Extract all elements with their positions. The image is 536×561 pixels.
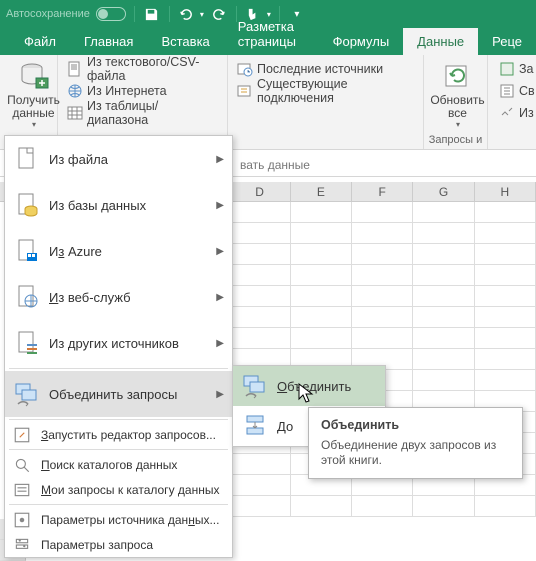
menu-source-params[interactable]: Параметры источника данных... <box>5 507 232 532</box>
get-data-button[interactable]: Получить данные ▾ <box>6 58 61 129</box>
autosave-label: Автосохранение <box>6 8 90 20</box>
queries-icon <box>499 61 515 77</box>
properties-icon <box>499 83 515 99</box>
submenu-arrow-icon: ▶ <box>216 200 224 211</box>
other-sources-icon <box>13 329 41 357</box>
submenu-arrow-icon: ▶ <box>216 154 224 165</box>
merge-icon <box>241 372 269 400</box>
col-h[interactable]: H <box>475 182 536 201</box>
menu-from-file[interactable]: Из файла ▶ <box>5 136 232 182</box>
tab-review[interactable]: Реце <box>478 28 536 55</box>
menu-query-params[interactable]: Параметры запроса <box>5 532 232 557</box>
col-g[interactable]: G <box>413 182 474 201</box>
menu-search-catalog[interactable]: Поиск каталогов данных <box>5 452 232 477</box>
table-icon <box>67 105 83 121</box>
tab-data[interactable]: Данные <box>403 28 478 55</box>
queries-group-label: Запросы и <box>424 134 487 146</box>
transform-hint: вать данные <box>240 158 310 172</box>
my-queries-icon <box>13 481 31 499</box>
menu-from-db[interactable]: Из базы данных ▶ <box>5 182 232 228</box>
menu-from-web-services[interactable]: Из веб-служб ▶ <box>5 274 232 320</box>
ribbon-tabs: Файл Главная Вставка Разметка страницы Ф… <box>0 28 536 55</box>
save-icon[interactable] <box>143 5 161 23</box>
from-table-button[interactable]: Из таблицы/диапазона <box>64 102 221 124</box>
globe-icon <box>67 83 83 99</box>
search-icon <box>13 456 31 474</box>
submenu-arrow-icon: ▶ <box>216 338 224 349</box>
existing-connections-button[interactable]: Существующие подключения <box>234 80 417 102</box>
append-icon <box>241 412 269 440</box>
undo-icon[interactable] <box>178 5 196 23</box>
tab-home[interactable]: Главная <box>70 28 147 55</box>
iz-button[interactable]: Из <box>496 102 536 124</box>
za-button[interactable]: За <box>496 58 536 80</box>
undo-dropdown[interactable]: ▾ <box>200 10 204 19</box>
submenu-arrow-icon: ▶ <box>216 389 224 400</box>
get-data-label: Получить данные <box>7 94 60 120</box>
refresh-icon <box>442 60 474 92</box>
combine-icon <box>13 380 41 408</box>
database-icon <box>13 191 41 219</box>
col-d[interactable]: D <box>229 182 290 201</box>
recent-icon <box>237 61 253 77</box>
file-icon <box>13 145 41 173</box>
query-params-icon <box>13 536 31 554</box>
menu-launch-editor[interactable]: Запустить редактор запросов... <box>5 422 232 447</box>
tab-layout[interactable]: Разметка страницы <box>224 13 319 55</box>
menu-from-other[interactable]: Из других источников ▶ <box>5 320 232 366</box>
tab-file[interactable]: Файл <box>10 28 70 55</box>
sv-button[interactable]: Св <box>496 80 536 102</box>
submenu-arrow-icon: ▶ <box>216 292 224 303</box>
submenu-merge[interactable]: Объединить <box>233 366 385 406</box>
tooltip-body: Объединение двух запросов из этой книги. <box>321 438 510 468</box>
from-csv-button[interactable]: Из текстового/CSV-файла <box>64 58 221 80</box>
tab-insert[interactable]: Вставка <box>147 28 223 55</box>
menu-combine-queries[interactable]: Объединить запросы ▶ <box>5 371 232 417</box>
col-f[interactable]: F <box>352 182 413 201</box>
azure-icon <box>13 237 41 265</box>
get-data-icon <box>18 60 50 92</box>
autosave-toggle[interactable] <box>96 7 126 21</box>
editor-icon <box>13 426 31 444</box>
tooltip: Объединить Объединение двух запросов из … <box>308 407 523 479</box>
text-file-icon <box>67 61 83 77</box>
refresh-label: Обновить все <box>430 94 484 120</box>
connection-icon <box>237 83 253 99</box>
tab-formulas[interactable]: Формулы <box>319 28 404 55</box>
web-services-icon <box>13 283 41 311</box>
edit-links-icon <box>499 105 515 121</box>
tooltip-title: Объединить <box>321 418 510 432</box>
get-data-menu: Из файла ▶ Из базы данных ▶ Из Azure ▶ И… <box>4 135 233 558</box>
source-params-icon <box>13 511 31 529</box>
refresh-all-button[interactable]: Обновить все ▾ <box>430 58 485 129</box>
submenu-arrow-icon: ▶ <box>216 246 224 257</box>
menu-my-queries[interactable]: Мои запросы к каталогу данных <box>5 477 232 502</box>
col-e[interactable]: E <box>291 182 352 201</box>
menu-from-azure[interactable]: Из Azure ▶ <box>5 228 232 274</box>
